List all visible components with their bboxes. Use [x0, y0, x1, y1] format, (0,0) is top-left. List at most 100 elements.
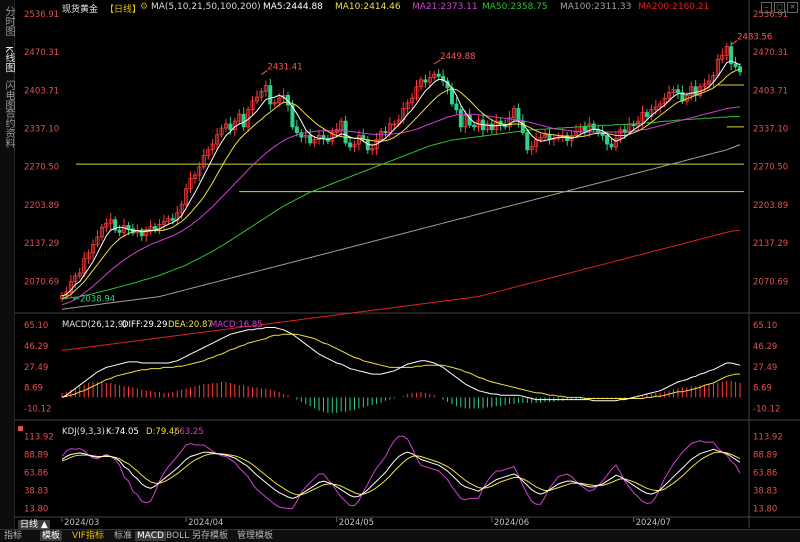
candle-body: [458, 109, 463, 128]
x-tick-label: 2024/07: [636, 518, 671, 528]
kdj-legend-k: K:74.05: [106, 427, 139, 437]
kdj-y-tick-left: 38.83: [24, 487, 48, 497]
candle-body: [153, 226, 158, 230]
y-tick-label-left: 2270.50: [24, 163, 59, 173]
tab-save-template[interactable]: 另存模板: [190, 531, 230, 541]
candle-body: [436, 73, 441, 77]
y-tick-label-right: 2403.71: [753, 86, 788, 96]
macd-legend-dea: DEA:20.87: [168, 320, 213, 330]
candle-body: [348, 142, 353, 148]
macd-y-tick-right: 27.49: [753, 363, 777, 373]
macd-y-tick-left: 65.10: [24, 321, 48, 331]
candle-body: [693, 86, 698, 96]
y-tick-label-right: 2270.50: [753, 163, 788, 173]
x-tick-label: 2024/06: [494, 518, 529, 528]
candle-body: [733, 63, 738, 68]
kdj-y-tick-right: 113.92: [753, 432, 783, 442]
macd-y-tick-left: 8.69: [24, 384, 43, 394]
macd-y-tick-right: 46.29: [753, 342, 777, 352]
macd-y-tick-left: 46.29: [24, 342, 48, 352]
macd-legend-diff: DIFF:29.29: [122, 320, 167, 330]
candle-body: [308, 135, 313, 144]
candle-body: [228, 123, 233, 131]
high-price-annotation: 2431.41: [267, 62, 302, 72]
macd-legend-name: MACD(26,12,9): [62, 320, 127, 330]
kdj-y-tick-left: 88.89: [24, 450, 48, 460]
y-tick-label-left: 2070.69: [24, 277, 59, 287]
y-tick-label-left: 2536.91: [24, 10, 59, 20]
candle-body: [605, 135, 610, 145]
candle-body: [117, 229, 122, 233]
ma21-line: [61, 106, 741, 306]
candle-body: [489, 123, 494, 131]
candle-body: [383, 131, 388, 134]
macd-y-tick-right: 65.10: [753, 321, 777, 331]
tab-macd[interactable]: MACD: [135, 531, 166, 541]
candle-body: [675, 89, 680, 93]
y-tick-label-right: 2203.89: [753, 201, 788, 211]
high-price-annotation: 2449.88: [440, 52, 475, 62]
candle-body: [525, 132, 530, 151]
candle-body: [294, 126, 299, 134]
kdj-y-tick-left: 113.92: [24, 432, 54, 442]
kdj-y-tick-right: 63.86: [753, 469, 777, 479]
candle-body: [321, 135, 326, 139]
y-tick-label-left: 2203.89: [24, 201, 59, 211]
macd-y-tick-left: -10.12: [24, 405, 51, 415]
y-tick-label-right: 2137.29: [753, 239, 788, 249]
x-tick-label: 2024/04: [188, 518, 223, 528]
kdj-y-tick-left: 13.80: [24, 505, 48, 515]
chart-canvas[interactable]: 2536.91 2536.91 2470.31 2470.31 2403.71 2403.…: [0, 0, 800, 528]
y-tick-label-right: 2470.31: [753, 48, 788, 58]
y-tick-label-left: 2470.31: [24, 48, 59, 58]
macd-dea-line: [61, 333, 740, 399]
macd-legend-macd: MACD:16.85: [210, 320, 263, 330]
tab-period-daily[interactable]: 日线 ▲: [18, 520, 50, 530]
candle-body: [268, 85, 273, 105]
ma200-line: [61, 229, 741, 351]
y-tick-label-right: 2337.10: [753, 125, 788, 135]
kdj-legend-name: KDJ(9,3,3): [62, 427, 105, 437]
ma50-line: [61, 116, 740, 300]
kdj-y-tick-right: 13.80: [753, 505, 777, 515]
high-price-annotation: 2483.56: [737, 33, 772, 43]
candle-body: [241, 113, 246, 128]
macd-diff-line: [61, 327, 741, 402]
x-tick-label: 2024/03: [64, 518, 99, 528]
kdj-j-line: [61, 435, 741, 509]
candle-body: [582, 126, 587, 132]
kdj-y-tick-right: 88.89: [753, 450, 777, 460]
tab-standard[interactable]: 标准: [112, 531, 134, 541]
y-tick-label-left: 2403.71: [24, 86, 59, 96]
candle-body: [126, 225, 131, 230]
macd-y-tick-right: 8.69: [753, 384, 772, 394]
bottom-toolbar: 日线 ▲ 指标 模板 VIF指标 标准 MACD BOLL 另存模板 管理模板: [0, 520, 800, 542]
low-price-annotation: ←2038.94: [73, 294, 115, 304]
macd-y-tick-right: -10.12: [753, 405, 780, 415]
y-tick-label-left: 2337.10: [24, 125, 59, 135]
y-tick-label-left: 2137.29: [24, 239, 59, 249]
candle-body: [423, 79, 428, 83]
candle-body: [644, 112, 649, 117]
candle-body: [516, 108, 521, 122]
tab-template[interactable]: 模板: [40, 531, 63, 541]
candle-body: [609, 143, 614, 148]
tab-vif-indicator[interactable]: VIF指标: [70, 531, 106, 541]
kdj-y-tick-left: 63.86: [24, 469, 48, 479]
ma5-line: [61, 60, 741, 297]
kdj-legend-j: J:63.25: [173, 427, 204, 437]
tab-boll[interactable]: BOLL: [164, 531, 191, 541]
candle-body: [454, 103, 459, 111]
candle-body: [472, 124, 477, 128]
x-tick-label: 2024/05: [339, 518, 374, 528]
ma10-line: [61, 68, 741, 300]
candle-body: [343, 120, 348, 144]
tab-indicator[interactable]: 指标: [2, 531, 24, 541]
kdj-pane-marker: [18, 426, 23, 431]
kdj-y-tick-right: 38.83: [753, 487, 777, 497]
y-tick-label-right: 2536.91: [753, 10, 788, 20]
chart-window: 分时图 K线图 闪电图 合约资料 2536.91 2536.91 2470.31 24…: [0, 0, 800, 542]
candle-body: [170, 218, 175, 221]
tab-manage-template[interactable]: 管理模板: [235, 531, 275, 541]
y-tick-label-right: 2070.69: [753, 277, 788, 287]
